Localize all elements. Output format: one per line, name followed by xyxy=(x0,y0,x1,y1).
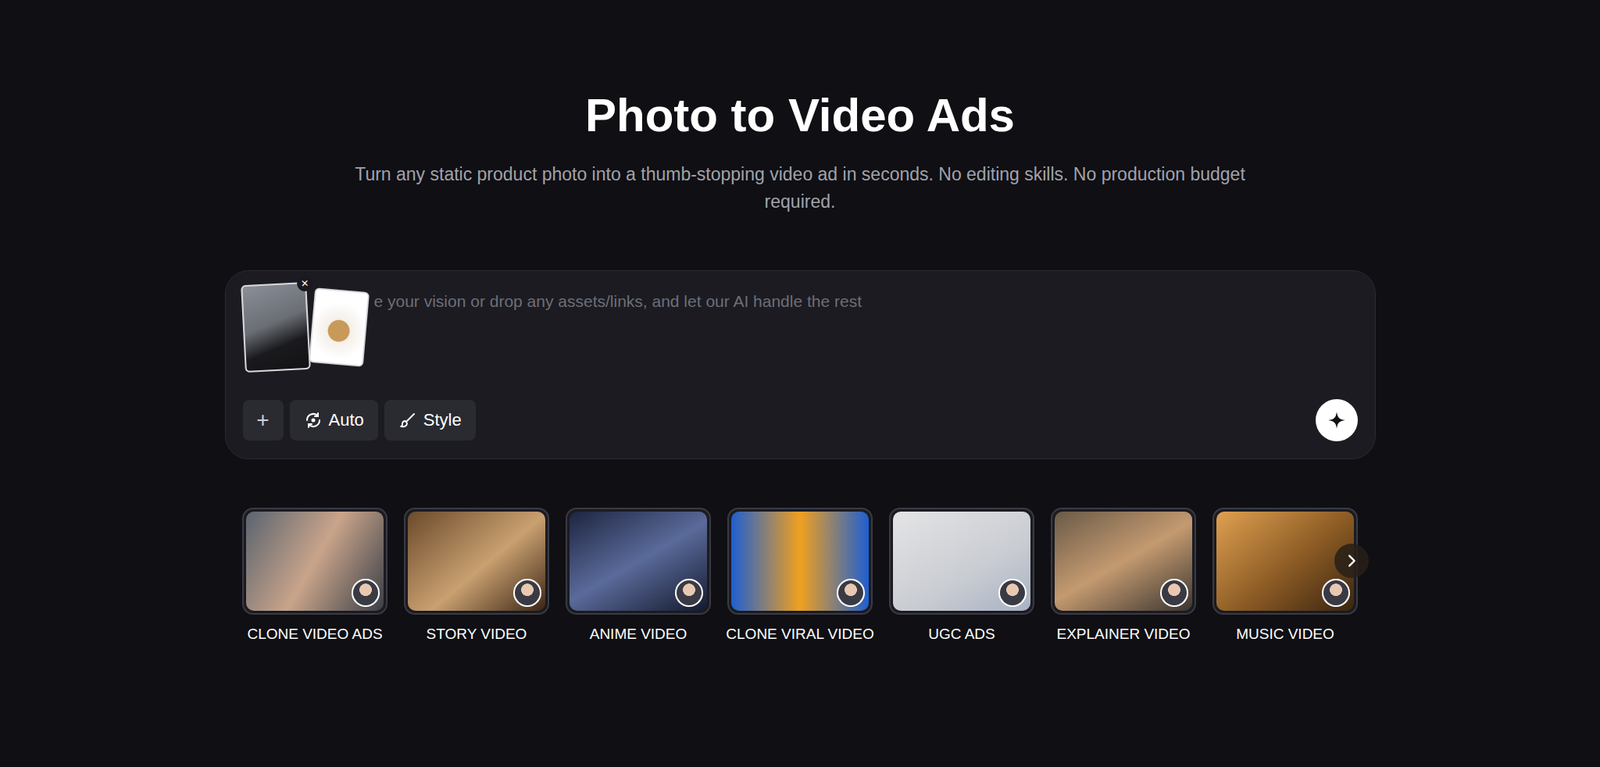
attachment-thumb[interactable] xyxy=(307,287,369,368)
sparkle-icon xyxy=(1326,410,1347,431)
category-label: CLONE VIDEO ADS xyxy=(246,625,383,643)
attachments: × xyxy=(242,278,367,372)
page-title: Photo to Video Ads xyxy=(585,87,1015,144)
category-label: MUSIC VIDEO xyxy=(1235,625,1335,643)
category-card[interactable]: CLONE VIDEO ADS xyxy=(242,507,388,643)
category-card[interactable]: STORY VIDEO xyxy=(403,507,550,643)
prompt-box: × +AutoStyle xyxy=(225,270,1376,460)
brush-icon xyxy=(398,410,418,430)
next-button[interactable] xyxy=(1334,543,1369,579)
category-card[interactable]: CLONE VIRAL VIDEO xyxy=(727,507,873,643)
attachment-thumb[interactable]: × xyxy=(240,282,311,373)
category-label: CLONE VIRAL VIDEO xyxy=(725,625,874,643)
page: Photo to Video Ads Turn any static produc… xyxy=(0,0,1600,767)
attachment-image xyxy=(242,283,310,372)
category-card[interactable]: ANIME VIDEO xyxy=(565,507,711,643)
category-label: EXPLAINER VIDEO xyxy=(1056,625,1190,643)
avatar-badge xyxy=(1321,578,1350,608)
toolbar: +AutoStyle xyxy=(242,399,1358,442)
chevron-right-icon xyxy=(1342,552,1361,570)
avatar-badge xyxy=(998,578,1027,608)
category-card[interactable]: UGC ADS xyxy=(889,507,1035,643)
category-label: ANIME VIDEO xyxy=(589,625,688,643)
category-card[interactable]: EXPLAINER VIDEO xyxy=(1050,507,1197,643)
avatar-badge xyxy=(351,578,380,608)
avatar-badge xyxy=(675,578,704,608)
style-button[interactable]: Style xyxy=(384,400,476,441)
auto-button[interactable]: Auto xyxy=(289,400,379,441)
category-card[interactable]: MUSIC VIDEO xyxy=(1212,507,1358,643)
avatar-badge xyxy=(513,578,542,608)
generate-button[interactable] xyxy=(1315,399,1358,442)
prompt-input[interactable] xyxy=(374,278,1358,384)
add-button[interactable]: + xyxy=(242,400,284,441)
avatar-badge xyxy=(836,578,865,608)
auto-icon xyxy=(303,410,323,430)
category-carousel: CLONE VIDEO ADS STORY VIDEO ANIME VIDEO CLO… xyxy=(242,507,1358,643)
page-subtitle: Turn any static product photo into a thu… xyxy=(339,160,1261,216)
avatar-badge xyxy=(1160,578,1189,608)
attachment-image xyxy=(310,289,368,365)
category-label: STORY VIDEO xyxy=(426,625,528,643)
category-label: UGC ADS xyxy=(928,625,996,643)
